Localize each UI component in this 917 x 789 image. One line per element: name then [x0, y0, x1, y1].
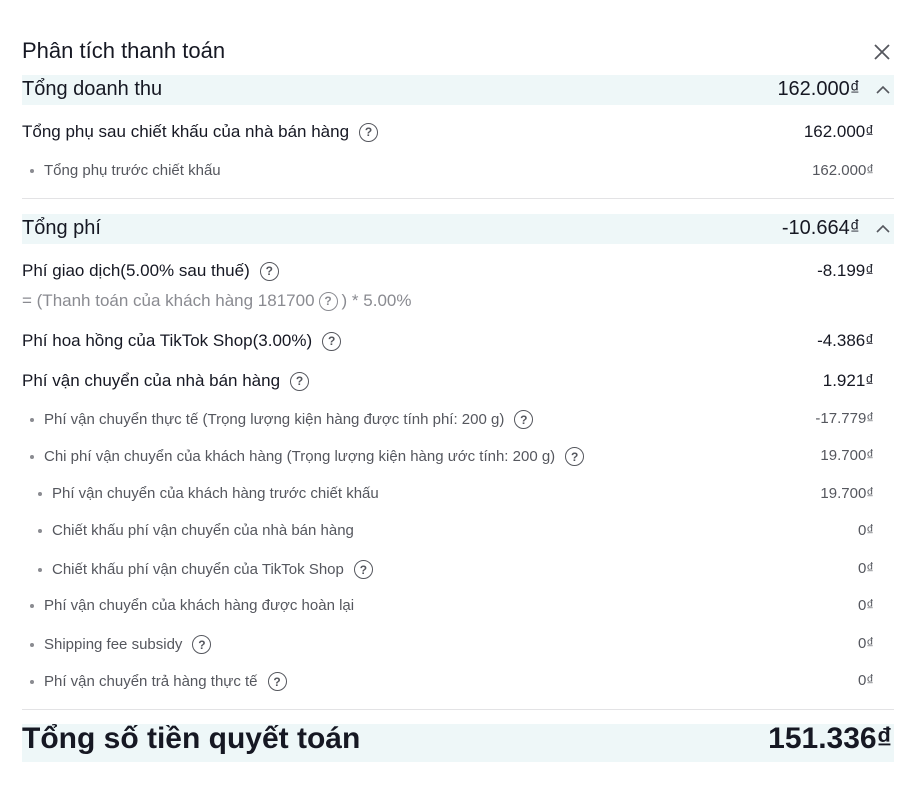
shipping-item-label: Phí vận chuyển trả hàng thực tế — [44, 673, 258, 690]
question-circle-icon[interactable]: ? — [259, 261, 279, 281]
shipping-item-amount: 0₫ — [857, 635, 874, 652]
section-divider — [22, 198, 894, 199]
close-icon[interactable] — [872, 42, 892, 62]
subtotal-after-discount-amount: 162.000₫ — [803, 122, 874, 141]
commission-fee-amount: -4.386₫ — [817, 331, 874, 350]
chevron-up-icon[interactable] — [876, 85, 890, 95]
formula-prefix: = (Thanh toán của khách hàng 181700 — [22, 291, 315, 310]
transaction-fee-amount: -8.199₫ — [817, 261, 874, 280]
transaction-fee-label: Phí giao dịch(5.00% sau thuế) — [22, 261, 250, 280]
seller-shipping-fee-label: Phí vận chuyển của nhà bán hàng — [22, 371, 281, 390]
panel-title: Phân tích thanh toán — [22, 38, 226, 63]
bullet-icon — [30, 168, 34, 173]
list-item: Phí vận chuyển của khách hàng được hoàn … — [30, 597, 354, 614]
bullet-icon — [30, 454, 34, 459]
shipping-item-label: Chiết khấu phí vận chuyển của nhà bán hà… — [52, 522, 354, 539]
list-item: Phí vận chuyển của khách hàng trước chiế… — [38, 485, 379, 502]
bullet-icon — [30, 417, 34, 422]
section-divider — [22, 709, 894, 710]
total-settlement-label: Tổng số tiền quyết toán — [22, 722, 361, 755]
bullet-icon — [38, 528, 42, 533]
seller-shipping-fee-row: Phí vận chuyển của nhà bán hàng ? — [22, 371, 310, 391]
question-circle-icon[interactable]: ? — [290, 371, 310, 391]
shipping-item-label: Phí vận chuyển của khách hàng được hoàn … — [44, 597, 355, 614]
chevron-up-icon[interactable] — [876, 224, 890, 234]
subtotal-before-discount-amount: 162.000₫ — [812, 162, 874, 179]
shipping-item-label: Chiết khấu phí vận chuyển của TikTok Sho… — [52, 561, 344, 578]
shipping-item-label: Phí vận chuyển thực tế (Trọng lượng kiện… — [44, 411, 505, 428]
shipping-item-amount: 19.700₫ — [820, 485, 874, 502]
list-item: Chiết khấu phí vận chuyển của TikTok Sho… — [38, 560, 373, 579]
question-circle-icon[interactable]: ? — [318, 291, 338, 311]
bullet-icon — [38, 491, 42, 496]
question-circle-icon[interactable]: ? — [359, 122, 379, 142]
bullet-icon — [38, 567, 42, 572]
subtotal-after-discount-row: Tổng phụ sau chiết khấu của nhà bán hàng… — [22, 122, 379, 142]
shipping-item-amount: -17.779₫ — [815, 410, 874, 427]
subtotal-before-discount-label: Tổng phụ trước chiết khấu — [44, 162, 221, 179]
shipping-item-amount: 19.700₫ — [820, 447, 874, 464]
bullet-icon — [30, 642, 34, 647]
commission-fee-row: Phí hoa hồng của TikTok Shop(3.00%) ? — [22, 331, 342, 351]
list-item: Phí vận chuyển thực tế (Trọng lượng kiện… — [30, 410, 534, 429]
shipping-item-amount: 0₫ — [857, 672, 874, 689]
fees-label: Tổng phí — [22, 217, 101, 239]
shipping-item-label: Shipping fee subsidy — [44, 636, 183, 653]
commission-fee-label: Phí hoa hồng của TikTok Shop(3.00%) — [22, 331, 313, 350]
fees-amount: -10.664₫ — [781, 217, 860, 239]
question-circle-icon[interactable]: ? — [192, 635, 212, 654]
shipping-item-label: Chi phí vận chuyển của khách hàng (Trọng… — [44, 448, 556, 465]
shipping-item-label: Phí vận chuyển của khách hàng trước chiế… — [52, 485, 379, 502]
list-item: Phí vận chuyển trả hàng thực tế ? — [30, 672, 287, 691]
question-circle-icon[interactable]: ? — [565, 447, 585, 466]
fees-header-band[interactable] — [22, 214, 894, 244]
question-circle-icon[interactable]: ? — [322, 331, 342, 351]
seller-shipping-fee-amount: 1.921₫ — [822, 371, 874, 390]
list-item: Chi phí vận chuyển của khách hàng (Trọng… — [30, 447, 585, 466]
shipping-item-amount: 0₫ — [857, 560, 874, 577]
bullet-icon — [30, 603, 34, 608]
question-circle-icon[interactable]: ? — [353, 560, 373, 579]
total-settlement-amount: 151.336₫ — [768, 722, 892, 755]
list-item: Chiết khấu phí vận chuyển của nhà bán hà… — [38, 522, 354, 539]
shipping-item-amount: 0₫ — [857, 522, 874, 539]
subtotal-after-discount-label: Tổng phụ sau chiết khấu của nhà bán hàng — [22, 122, 350, 141]
list-item: Shipping fee subsidy ? — [30, 635, 212, 654]
transaction-fee-row: Phí giao dịch(5.00% sau thuế) ? — [22, 261, 279, 281]
revenue-label: Tổng doanh thu — [22, 78, 163, 100]
subtotal-before-discount-row: Tổng phụ trước chiết khấu — [30, 162, 221, 179]
shipping-item-amount: 0₫ — [857, 597, 874, 614]
transaction-fee-formula: = (Thanh toán của khách hàng 181700 ? ) … — [22, 291, 411, 311]
formula-suffix: ) * 5.00% — [341, 291, 412, 310]
revenue-amount: 162.000₫ — [777, 78, 860, 100]
question-circle-icon[interactable]: ? — [514, 410, 534, 429]
question-circle-icon[interactable]: ? — [267, 672, 287, 691]
bullet-icon — [30, 679, 34, 684]
